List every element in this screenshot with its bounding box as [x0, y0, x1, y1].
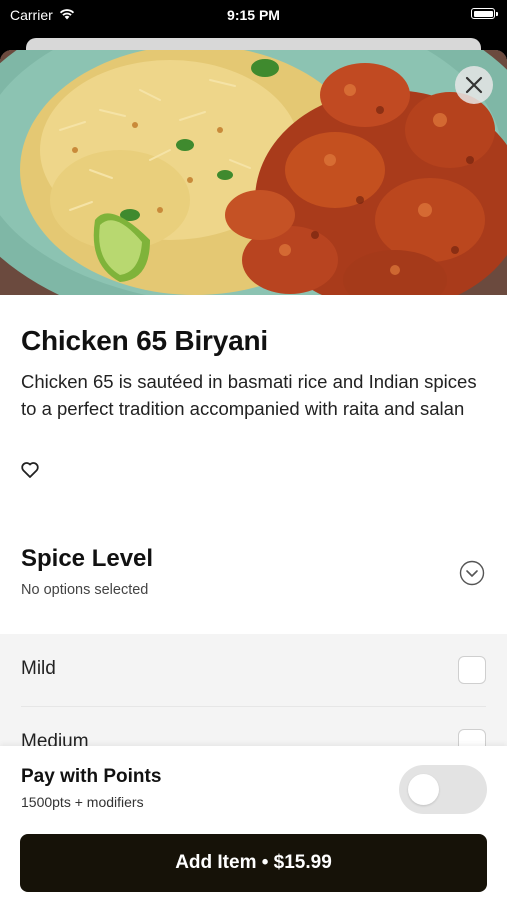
item-title: Chicken 65 Biryani	[21, 325, 268, 356]
option-checkbox[interactable]	[458, 656, 486, 684]
add-item-button[interactable]: Add Item • $15.99	[20, 834, 487, 892]
battery-icon	[471, 8, 498, 19]
item-photo	[0, 50, 507, 295]
toggle-knob	[408, 774, 439, 805]
close-button[interactable]	[455, 66, 493, 104]
status-bar: Carrier 9:15 PM	[0, 0, 507, 30]
spice-level-toggle-button[interactable]	[459, 560, 485, 586]
status-time: 9:15 PM	[227, 7, 280, 23]
spice-level-title: Spice Level	[21, 545, 154, 572]
item-description: Chicken 65 is sautéed in basmati rice an…	[21, 371, 477, 419]
favorite-button[interactable]	[20, 460, 42, 482]
chevron-down-icon	[459, 560, 485, 586]
checkout-footer: Pay with Points 1500pts + modifiers Add …	[0, 746, 507, 900]
pay-with-points-title: Pay with Points	[21, 766, 162, 787]
item-detail-sheet: Chicken 65 Biryani Chicken 65 is sautéed…	[0, 50, 507, 900]
pay-with-points-toggle[interactable]	[399, 765, 487, 814]
spice-level-subtitle: No options selected	[21, 582, 149, 598]
spice-option-mild[interactable]: Mild	[0, 634, 507, 706]
option-label: Mild	[21, 658, 56, 679]
heart-icon	[21, 462, 39, 478]
pay-with-points-subtitle: 1500pts + modifiers	[21, 794, 144, 810]
close-icon	[465, 76, 483, 94]
